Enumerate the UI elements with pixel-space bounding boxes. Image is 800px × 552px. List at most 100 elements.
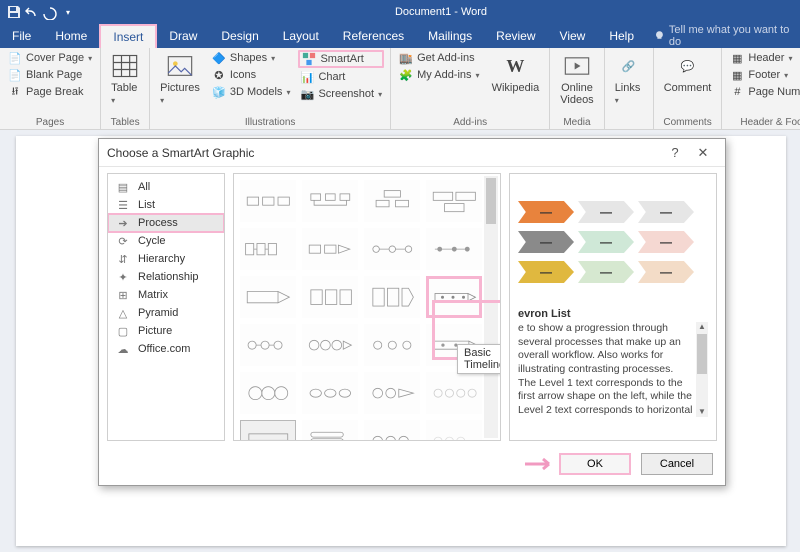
layout-thumb[interactable] [302,180,358,222]
links-button[interactable]: 🔗 Links [611,50,647,108]
pictures-button[interactable]: Pictures [156,50,204,108]
layout-thumb[interactable] [364,180,420,222]
gallery-scrollbar[interactable] [484,176,498,438]
redo-icon[interactable] [42,4,58,20]
category-picture[interactable]: ▢Picture [108,322,224,340]
picture-icon [166,52,194,80]
layout-thumb[interactable] [426,420,482,441]
layout-thumb[interactable] [426,372,482,414]
category-all[interactable]: ▤All [108,178,224,196]
group-illustrations: Pictures 🔷Shapes ✪Icons 🧊3D Models Smart… [150,48,391,129]
layout-gallery: Basic Timeline [233,173,501,441]
ok-button[interactable]: OK [559,453,631,475]
desc-scrollbar[interactable]: ▲ ▼ [696,322,708,417]
dialog-close-button[interactable]: ✕ [689,145,717,161]
qat-customize-icon[interactable]: ▾ [60,4,76,20]
category-list-item[interactable]: ☰List [108,196,224,214]
tab-layout[interactable]: Layout [271,25,331,47]
layout-thumb[interactable] [240,228,296,270]
tab-design[interactable]: Design [209,25,270,47]
layout-thumb[interactable] [302,228,358,270]
category-pyramid[interactable]: △Pyramid [108,304,224,322]
shapes-icon: 🔷 [212,51,226,65]
scrollbar-thumb[interactable] [486,178,496,224]
tell-me-search[interactable]: Tell me what you want to do [646,24,800,48]
layout-thumb[interactable] [426,180,482,222]
undo-icon[interactable] [24,4,40,20]
tab-review[interactable]: Review [484,25,547,47]
header-button[interactable]: ▦Header [728,50,800,66]
tab-home[interactable]: Home [43,25,99,47]
scroll-down-icon[interactable]: ▼ [696,407,708,417]
layout-thumb[interactable] [240,372,296,414]
layout-thumb[interactable] [364,324,420,366]
footer-button[interactable]: ▦Footer [728,67,800,83]
layout-thumb-basic-timeline[interactable] [426,276,482,318]
my-addins-button[interactable]: 🧩My Add-ins [397,67,481,83]
hierarchy-icon: ⇵ [116,253,130,265]
layout-thumb[interactable] [302,276,358,318]
save-icon[interactable] [6,4,22,20]
layout-thumb[interactable] [302,372,358,414]
category-hierarchy[interactable]: ⇵Hierarchy [108,250,224,268]
blank-page-button[interactable]: 📄Blank Page [6,67,94,83]
addin-icon: 🧩 [399,68,413,82]
table-button[interactable]: Table [107,50,143,108]
tab-references[interactable]: References [331,25,416,47]
group-label-media: Media [556,116,597,128]
menu-bar: File Home Insert Draw Design Layout Refe… [0,24,800,48]
page-number-button[interactable]: #Page Number [728,84,800,100]
tab-draw[interactable]: Draw [157,25,209,47]
category-relationship[interactable]: ✦Relationship [108,268,224,286]
dialog-help-button[interactable]: ? [661,145,689,160]
layout-thumb[interactable] [364,420,420,441]
comment-button[interactable]: 💬 Comment [660,50,716,96]
dialog-titlebar[interactable]: Choose a SmartArt Graphic ? ✕ [99,139,725,167]
tell-me-label: Tell me what you want to do [669,24,792,48]
layout-thumb[interactable] [364,276,420,318]
scrollbar-thumb[interactable] [697,334,707,374]
category-list: ▤All ☰List ➔Process ⟳Cycle ⇵Hierarchy ✦R… [107,173,225,441]
category-office-com[interactable]: ☁Office.com [108,340,224,358]
layout-thumb[interactable] [302,420,358,441]
cancel-button[interactable]: Cancel [641,453,713,475]
wikipedia-button[interactable]: W Wikipedia [488,50,544,96]
layout-thumb[interactable] [240,180,296,222]
layout-thumb[interactable] [364,372,420,414]
preview-title: evron List [518,308,708,320]
tab-file[interactable]: File [0,25,43,47]
layout-thumb[interactable] [240,324,296,366]
smartart-button[interactable]: SmartArt [298,50,384,68]
get-addins-button[interactable]: 🏬Get Add-ins [397,50,481,66]
break-icon: ⭿ [8,85,22,99]
group-label-hf: Header & Footer [728,116,800,128]
layout-thumb[interactable] [426,228,482,270]
online-videos-button[interactable]: Online Videos [556,50,597,108]
page-break-button[interactable]: ⭿Page Break [6,84,94,100]
group-pages: 📄Cover Page 📄Blank Page ⭿Page Break Page… [0,48,101,129]
tab-insert[interactable]: Insert [99,24,157,48]
tab-help[interactable]: Help [597,25,646,47]
tab-view[interactable]: View [548,25,598,47]
chart-button[interactable]: 📊Chart [298,69,384,85]
header-icon: ▦ [730,51,744,65]
scroll-up-icon[interactable]: ▲ [696,322,708,332]
cycle-icon: ⟳ [116,235,130,247]
cover-page-button[interactable]: 📄Cover Page [6,50,94,66]
layout-thumb[interactable] [240,420,296,441]
category-process[interactable]: ➔Process [108,214,224,232]
3d-models-button[interactable]: 🧊3D Models [210,84,293,100]
screenshot-button[interactable]: 📷Screenshot [298,86,384,102]
picture-icon: ▢ [116,325,130,337]
shapes-button[interactable]: 🔷Shapes [210,50,293,66]
tab-mailings[interactable]: Mailings [416,25,484,47]
comment-icon: 💬 [674,52,702,80]
category-cycle[interactable]: ⟳Cycle [108,232,224,250]
category-matrix[interactable]: ⊞Matrix [108,286,224,304]
layout-thumb[interactable] [240,276,296,318]
icons-button[interactable]: ✪Icons [210,67,293,83]
layout-thumb[interactable] [302,324,358,366]
group-media: Online Videos Media [550,48,604,129]
smartart-icon [302,52,316,66]
layout-thumb[interactable] [364,228,420,270]
